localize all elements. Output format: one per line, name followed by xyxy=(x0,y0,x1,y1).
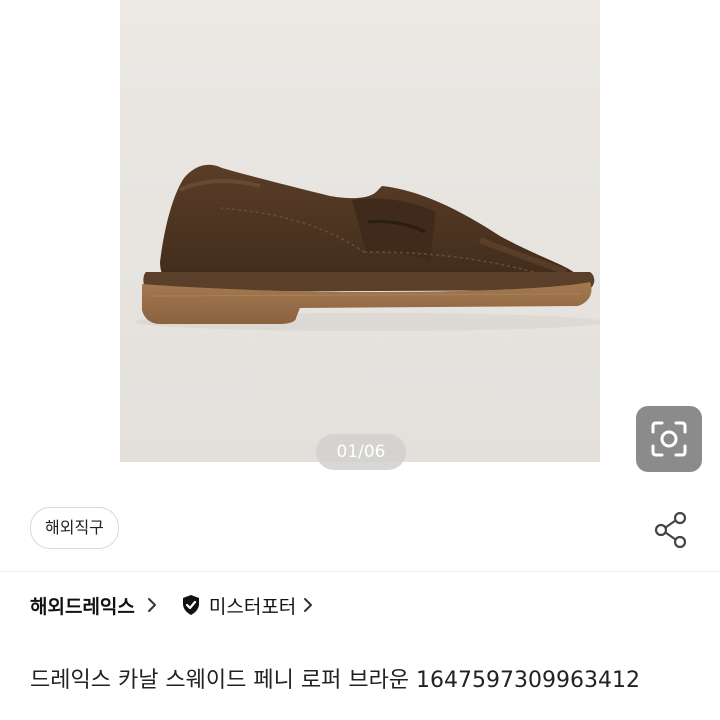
image-counter: 01/06 xyxy=(316,434,406,470)
product-image-gallery[interactable]: 01/06 xyxy=(0,0,720,472)
seller-name-link[interactable]: 해외드레익스 xyxy=(30,592,135,619)
section-divider xyxy=(0,571,720,572)
shield-check-icon xyxy=(182,595,199,615)
chevron-right-icon xyxy=(304,598,313,612)
product-photo[interactable] xyxy=(120,0,600,462)
official-partner-badge[interactable]: 미스터포터 xyxy=(181,592,314,619)
share-button[interactable] xyxy=(654,511,688,549)
seller-row: 해외드레익스 미스터포터 xyxy=(30,588,314,622)
share-icon xyxy=(654,511,687,549)
overseas-purchase-tag: 해외직구 xyxy=(30,507,119,549)
partner-label: 미스터포터 xyxy=(208,595,297,618)
image-search-button[interactable] xyxy=(636,406,702,472)
camera-lens-icon xyxy=(651,421,687,457)
product-title: 드레익스 카날 스웨이드 페니 로퍼 브라운 1647597309963412 xyxy=(30,668,640,693)
loafer-image xyxy=(135,164,600,331)
chevron-right-icon xyxy=(147,598,156,612)
